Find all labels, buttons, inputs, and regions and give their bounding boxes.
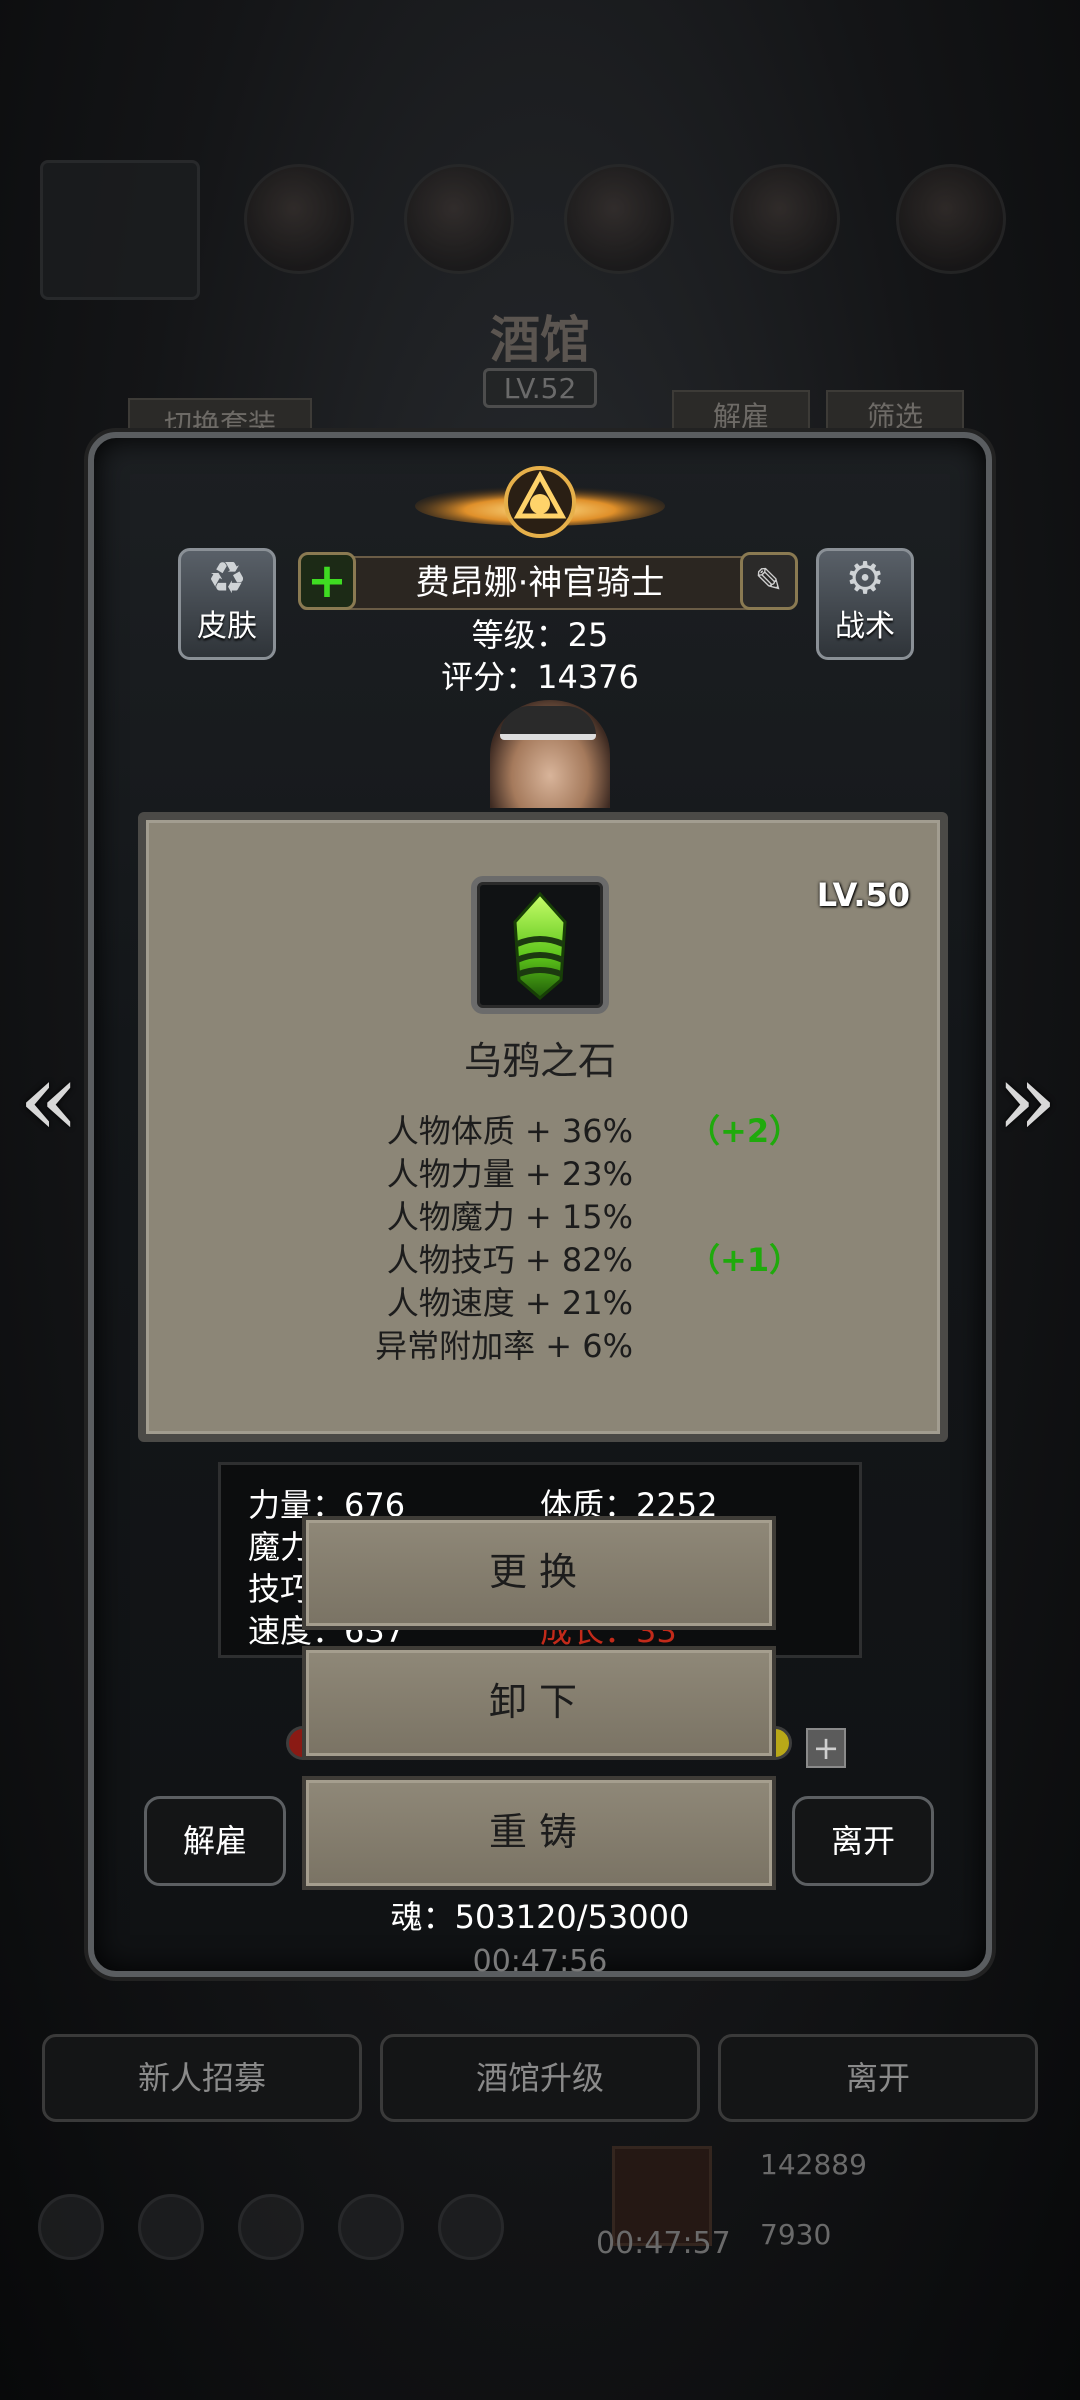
menu-circle-icon — [138, 2194, 204, 2260]
hero-score: 评分：14376 — [441, 658, 639, 696]
item-stat-text: 人物力量 + 23% — [386, 1155, 633, 1193]
tavern-upgrade-button: 酒馆升级 — [380, 2034, 700, 2122]
item-stat-text: 人物速度 + 21% — [386, 1284, 633, 1322]
tavern-level: LV.52 — [483, 368, 597, 408]
plus-icon: + — [306, 553, 348, 609]
recruit-button: 新人招募 — [42, 2034, 362, 2122]
item-stat-row: 人物速度 + 21% — [300, 1278, 780, 1322]
item-stat-row: 人物技巧 + 82% （+1） — [300, 1235, 801, 1279]
shirt-refresh-icon: ♻ — [207, 553, 247, 604]
item-stat-bonus: （+1） — [688, 1241, 802, 1279]
bg-leave-button: 离开 — [718, 2034, 1038, 2122]
tavern-tab-icon — [244, 164, 354, 274]
refresh-timer: 00:47:56 — [472, 1944, 608, 1979]
bg-timer: 00:47:57 — [596, 2226, 731, 2261]
add-button[interactable]: + — [298, 552, 356, 610]
hero-portrait-cap — [500, 706, 596, 740]
edit-name-button[interactable]: ✎ — [740, 552, 798, 610]
item-stat-row: 人物体质 + 36% （+2） — [300, 1106, 801, 1150]
item-icon-frame — [471, 876, 609, 1014]
coin-count: 142889 — [760, 2148, 867, 2181]
hero-level: 等级：25 — [471, 616, 609, 654]
item-stat-text: 异常附加率 + 6% — [375, 1327, 633, 1365]
tavern-tab-icon — [896, 164, 1006, 274]
item-level: LV.50 — [816, 876, 910, 914]
tavern-tab-square — [40, 160, 200, 300]
replace-button[interactable]: 更换 — [302, 1516, 776, 1630]
dismiss-button[interactable]: 解雇 — [144, 1796, 286, 1886]
item-stat-bonus: （+2） — [688, 1112, 802, 1150]
item-name: 乌鸦之石 — [463, 1039, 616, 1083]
gem-count: 7930 — [760, 2218, 832, 2251]
item-stat-text: 人物体质 + 36% — [386, 1112, 633, 1150]
leave-button[interactable]: 离开 — [792, 1796, 934, 1886]
reforge-button[interactable]: 重铸 — [302, 1776, 776, 1890]
menu-circle-icon — [438, 2194, 504, 2260]
menu-circle-icon — [238, 2194, 304, 2260]
crow-stone-icon — [513, 891, 567, 1000]
tavern-title: 酒馆 — [490, 310, 590, 369]
tavern-tab-icon — [730, 164, 840, 274]
tavern-tab-icon — [564, 164, 674, 274]
item-stat-text: 人物技巧 + 82% — [386, 1241, 633, 1279]
crest-ornament-icon — [415, 466, 665, 538]
soul-counter: 魂：503120/53000 — [390, 1898, 690, 1936]
plus-icon[interactable]: + — [806, 1728, 846, 1768]
item-stat-row: 人物魔力 + 15% — [300, 1192, 780, 1236]
pencil-icon: ✎ — [754, 561, 784, 601]
item-stat-text: 人物魔力 + 15% — [386, 1198, 633, 1236]
gear-icon: ⚙ — [845, 553, 885, 604]
hero-name: 费昂娜·神官骑士 — [300, 556, 780, 610]
menu-circle-icon — [338, 2194, 404, 2260]
menu-circle-icon — [38, 2194, 104, 2260]
item-stat-row: 人物力量 + 23% — [300, 1149, 780, 1193]
unequip-button[interactable]: 卸下 — [302, 1646, 776, 1760]
tavern-tab-icon — [404, 164, 514, 274]
item-stat-row: 异常附加率 + 6% — [300, 1321, 780, 1365]
